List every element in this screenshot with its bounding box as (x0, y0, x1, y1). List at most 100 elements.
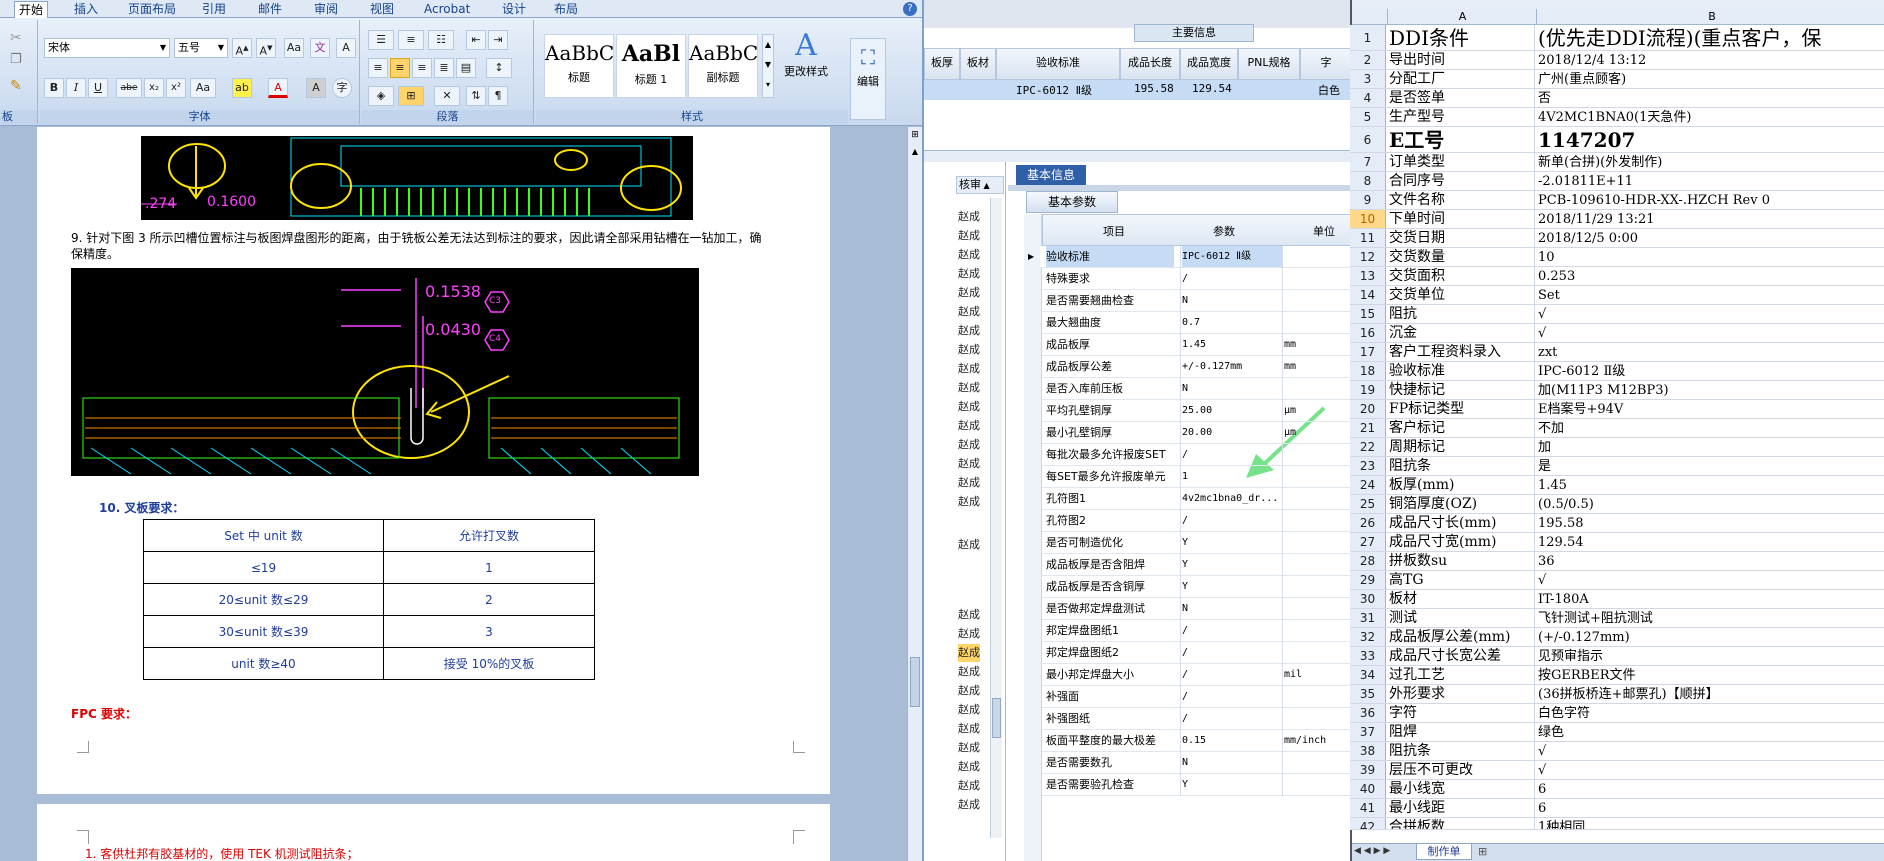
sheet-row[interactable]: 29 高TG √ (1350, 571, 1884, 590)
cell-b[interactable]: 绿色 (1536, 723, 1884, 741)
cell-b[interactable]: E档案号+94V (1536, 400, 1884, 418)
reviewer-cell[interactable]: 赵成 (958, 208, 980, 226)
reviewer-cell[interactable]: 赵成 (958, 436, 980, 454)
cell-a[interactable]: 板厚(mm) (1387, 476, 1535, 494)
sheet-row[interactable]: 24 板厚(mm) 1.45 (1350, 476, 1884, 495)
col-header[interactable]: 板厚 (924, 48, 960, 80)
cell-b[interactable]: 广州(重点顾客) (1536, 70, 1884, 88)
tab-acrobat[interactable]: Acrobat (420, 1, 474, 18)
row-number[interactable]: 4 (1350, 89, 1386, 107)
sheet-row[interactable]: 2 导出时间 2018/12/4 13:12 (1350, 51, 1884, 70)
sheet-row[interactable]: 16 沉金 √ (1350, 324, 1884, 343)
cell-a[interactable]: 测试 (1387, 609, 1535, 627)
param-row[interactable]: 是否需要数孔 N (1040, 752, 1350, 774)
cell-a[interactable]: 阻抗 (1387, 305, 1535, 323)
param-value[interactable]: / (1182, 642, 1282, 663)
row-number[interactable]: 13 (1350, 267, 1386, 285)
sheet-row[interactable]: 3 分配工厂 广州(重点顾客) (1350, 70, 1884, 89)
cell-b[interactable]: √ (1536, 324, 1884, 342)
row-number[interactable]: 15 (1350, 305, 1386, 323)
row-number[interactable]: 8 (1350, 172, 1386, 190)
param-row[interactable]: 邦定焊盘图纸2 / (1040, 642, 1350, 664)
cell-b[interactable]: 195.58 (1536, 514, 1884, 532)
sheet-row[interactable]: 41 最小线距 6 (1350, 799, 1884, 818)
scroll-thumb[interactable] (992, 698, 1001, 738)
param-value[interactable]: N (1182, 290, 1282, 311)
sheet-row[interactable]: 17 客户工程资料录入 zxt (1350, 343, 1884, 362)
cell-b[interactable]: 飞针测试+阻抗测试 (1536, 609, 1884, 627)
document-scrollbar[interactable]: ⊞ ▲ (907, 127, 922, 861)
cell-a[interactable]: 层压不可更改 (1387, 761, 1535, 779)
cell-a[interactable]: 阻抗条 (1387, 742, 1535, 760)
reviewer-cell[interactable]: 赵成 (958, 379, 980, 397)
sheet-row[interactable]: 23 阻抗条是 (1350, 457, 1884, 476)
row-number[interactable]: 7 (1350, 153, 1386, 171)
cell-b[interactable]: 1147207 (1536, 127, 1884, 152)
param-row[interactable]: 最大翘曲度 0.7 (1040, 312, 1350, 334)
reviewer-cell[interactable]: 赵成 (958, 474, 980, 492)
reviewer-cell[interactable]: 赵成 (958, 606, 980, 624)
sheet-row[interactable]: 15 阻抗 √ (1350, 305, 1884, 324)
splitter[interactable] (924, 150, 1350, 162)
superscript-icon[interactable]: x² (166, 78, 186, 98)
chevron-down-icon[interactable]: ▼ (218, 39, 224, 57)
col-header[interactable]: 成品宽度 (1180, 48, 1238, 80)
cell-a[interactable]: 交货面积 (1387, 267, 1535, 285)
ruler-toggle-icon[interactable]: ⊞ (909, 130, 921, 142)
reviewer-cell[interactable]: 赵成 (958, 417, 980, 435)
sheet-row[interactable]: 7 订单类型 新单(合拼)(外发制作) (1350, 153, 1884, 172)
row-number[interactable]: 32 (1350, 628, 1386, 646)
cell-a[interactable]: 客户工程资料录入 (1387, 343, 1535, 361)
sheet-row[interactable]: 18 验收标准 IPC-6012 Ⅱ级 (1350, 362, 1884, 381)
param-row[interactable]: 孔符图1 4v2mc1bna0_dr... (1040, 488, 1350, 510)
cut-icon[interactable]: ✂ (10, 30, 22, 46)
bullets-icon[interactable]: ☰ (368, 30, 394, 50)
cell-b[interactable]: 不加 (1536, 419, 1884, 437)
cell-b[interactable]: √ (1536, 761, 1884, 779)
row-number[interactable]: 25 (1350, 495, 1386, 513)
main-info-row[interactable]: IPC-6012 Ⅱ级 195.58 129.54 白色 (924, 80, 1350, 100)
param-value[interactable]: / (1182, 708, 1282, 729)
borders-icon[interactable]: ⊞ (398, 86, 424, 106)
bold-icon[interactable]: B (44, 78, 64, 98)
cell-b[interactable]: 36 (1536, 552, 1884, 570)
cell-b[interactable]: 见预审指示 (1536, 647, 1884, 665)
sheet-row[interactable]: 39 层压不可更改 √ (1350, 761, 1884, 780)
cell-a[interactable]: 交货单位 (1387, 286, 1535, 304)
cell-a[interactable]: 成品板厚公差(mm) (1387, 628, 1535, 646)
sheet-row[interactable]: 28 拼板数su 36 (1350, 552, 1884, 571)
sheet-row[interactable]: 34 过孔工艺 按GERBER文件 (1350, 666, 1884, 685)
param-row[interactable]: 是否做邦定焊盘测试 N (1040, 598, 1350, 620)
font-name-combo[interactable]: 宋体 ▼ (44, 38, 170, 58)
cell-b[interactable]: 129.54 (1536, 533, 1884, 551)
underline-icon[interactable]: U (88, 78, 108, 98)
align-center-icon[interactable]: ≡ (390, 58, 410, 78)
sheet-row[interactable]: 27 成品尺寸宽(mm) 129.54 (1350, 533, 1884, 552)
increase-indent-icon[interactable]: ⇥ (488, 30, 508, 50)
param-row[interactable]: 是否可制造优化 Y (1040, 532, 1350, 554)
scroll-up-icon[interactable]: ▲ (909, 147, 921, 159)
row-number[interactable]: 37 (1350, 723, 1386, 741)
font-size-combo[interactable]: 五号 ▼ (174, 38, 228, 58)
cell-a[interactable]: 文件名称 (1387, 191, 1535, 209)
param-row[interactable]: 是否需要翘曲检查 N (1040, 290, 1350, 312)
help-icon[interactable]: ? (903, 2, 917, 16)
sheet-row[interactable]: 22 周期标记加 (1350, 438, 1884, 457)
shrink-font-icon[interactable]: A▼ (256, 38, 276, 58)
cell-b[interactable]: 加(M11P3 M12BP3) (1536, 381, 1884, 399)
param-value[interactable]: 1 (1182, 466, 1282, 487)
numbering-icon[interactable]: ≡ (398, 30, 424, 50)
param-value[interactable]: Y (1182, 532, 1282, 553)
reviewer-cell[interactable]: 赵成 (958, 720, 980, 738)
row-number[interactable]: 20 (1350, 400, 1386, 418)
cell-a[interactable]: 成品尺寸长宽公差 (1387, 647, 1535, 665)
cell-a[interactable]: 验收标准 (1387, 362, 1535, 380)
reviewer-cell[interactable]: 赵成 (958, 227, 980, 245)
tab-view[interactable]: 视图 (366, 1, 398, 18)
sheet-row[interactable]: 1 DDI条件 (优先走DDI流程)(重点客户，保 (1350, 25, 1884, 51)
param-header-unit[interactable]: 单位 (1313, 223, 1335, 239)
row-number[interactable]: 18 (1350, 362, 1386, 380)
cell-a[interactable]: 高TG (1387, 571, 1535, 589)
param-row[interactable]: 成品板厚 1.45 mm (1040, 334, 1350, 356)
param-row[interactable]: 成品板厚是否含铜厚 Y (1040, 576, 1350, 598)
